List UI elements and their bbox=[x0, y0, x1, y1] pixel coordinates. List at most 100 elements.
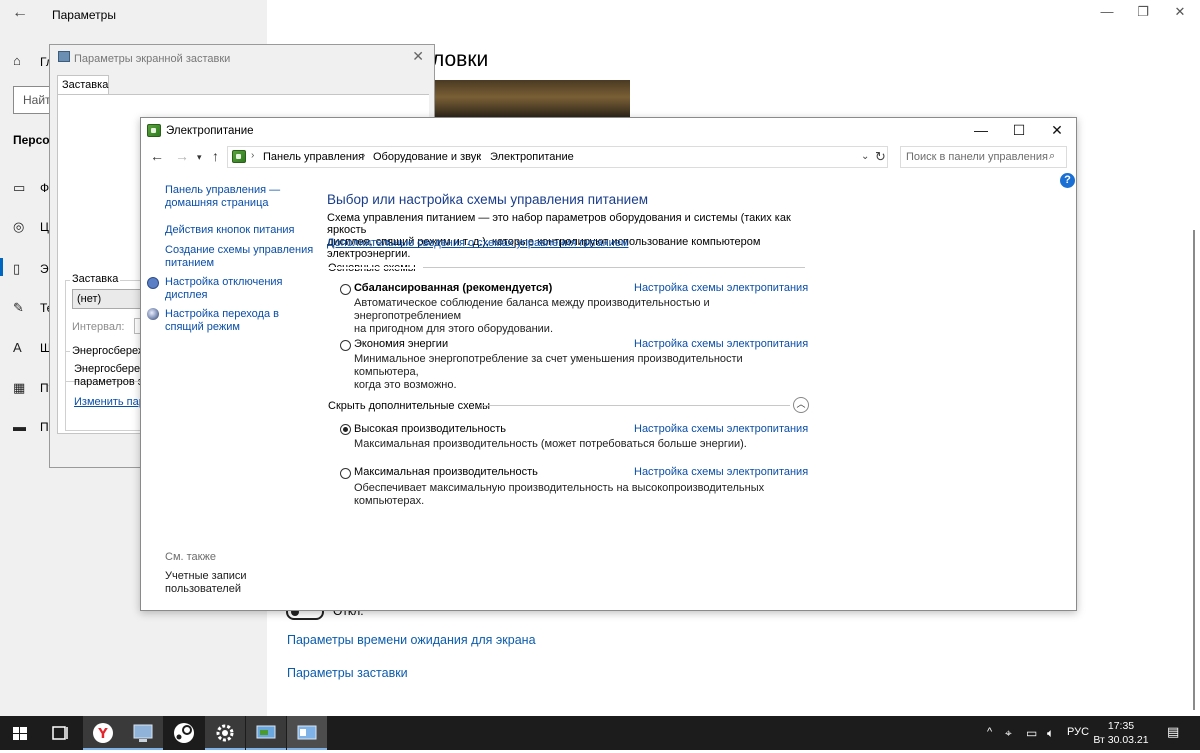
sidebar-user-accounts-link-line2[interactable]: пользователей bbox=[165, 583, 241, 596]
sidebar-home-link-line1[interactable]: Панель управления — bbox=[165, 184, 280, 197]
location-icon[interactable]: ⌖ bbox=[1005, 726, 1012, 741]
page-description: Схема управления питанием — это набор па… bbox=[327, 212, 791, 260]
minimize-icon[interactable]: — bbox=[962, 118, 1000, 142]
power-titlebar: Электропитание — ☐ ✕ bbox=[141, 118, 1076, 144]
breadcrumb-power-options[interactable]: Электропитание bbox=[490, 151, 574, 163]
plan-radio-high-performance[interactable] bbox=[340, 424, 351, 435]
screen-timeout-link[interactable]: Параметры времени ожидания для экрана bbox=[287, 633, 536, 647]
taskbar-power-options[interactable] bbox=[246, 716, 286, 750]
refresh-icon[interactable]: ↻ bbox=[875, 149, 886, 165]
palette-icon: ◎ bbox=[13, 219, 25, 234]
collapse-chevron-up-icon[interactable]: ︿ bbox=[793, 397, 809, 413]
show-hidden-icons-chevron-icon[interactable]: ^ bbox=[987, 726, 992, 738]
sidebar-home-link-line2[interactable]: домашняя страница bbox=[165, 197, 269, 210]
back-arrow-icon[interactable]: ← bbox=[12, 4, 28, 22]
control-panel-search-input[interactable]: Поиск в панели управления ⌕ bbox=[900, 146, 1067, 168]
svg-text:Y: Y bbox=[97, 727, 108, 742]
breadcrumb-hardware-sound[interactable]: Оборудование и звук bbox=[373, 151, 481, 163]
plan-name-power-saver[interactable]: Экономия энергии bbox=[354, 338, 448, 350]
interval-label: Интервал: bbox=[72, 321, 125, 333]
fonts-icon: A bbox=[13, 340, 22, 355]
sidebar-create-plan-link-line1[interactable]: Создание схемы управления bbox=[165, 244, 313, 257]
taskbar-yandex-browser[interactable]: Y bbox=[83, 716, 123, 750]
close-icon[interactable]: ✕ bbox=[1038, 118, 1076, 142]
energy-group-label: Энергосбереж bbox=[70, 345, 148, 357]
page-title: Выбор или настройка схемы управления пит… bbox=[327, 192, 648, 207]
sidebar-power-buttons-link[interactable]: Действия кнопок питания bbox=[165, 224, 295, 237]
notifications-icon[interactable]: ▤ bbox=[1167, 724, 1179, 740]
power-window-title: Электропитание bbox=[166, 125, 254, 137]
volume-icon[interactable]: 🔈︎ bbox=[1047, 726, 1054, 741]
help-icon[interactable]: ? bbox=[1060, 173, 1075, 188]
change-power-settings-link[interactable]: Изменить пар bbox=[74, 396, 145, 408]
energy-text-2: параметров эл bbox=[74, 376, 150, 388]
sidebar-user-accounts-link-line1[interactable]: Учетные записи bbox=[165, 570, 247, 583]
plan-settings-link-ultimate-performance[interactable]: Настройка схемы электропитания bbox=[634, 466, 808, 478]
display-off-icon bbox=[147, 277, 159, 289]
monitor-icon bbox=[133, 724, 153, 742]
taskbar: Y ^ ⌖ ▭ 🔈︎ РУС 17:35 Вт 30.03.21 ▤ bbox=[0, 716, 1200, 750]
sidebar-create-plan-link-line2[interactable]: питанием bbox=[165, 257, 214, 270]
task-view-button[interactable] bbox=[40, 716, 80, 750]
plan-settings-link-power-saver[interactable]: Настройка схемы электропитания bbox=[634, 338, 808, 350]
up-arrow-icon[interactable]: ↑ bbox=[212, 148, 219, 164]
control-panel-icon bbox=[232, 150, 246, 163]
power-options-window: Электропитание — ☐ ✕ ← → ▾ ↑ › Панель уп… bbox=[140, 117, 1077, 611]
plan-radio-balanced[interactable] bbox=[340, 284, 351, 295]
taskbar-control-panel[interactable] bbox=[287, 716, 327, 750]
close-icon[interactable]: ✕ bbox=[412, 48, 424, 65]
windows-logo-icon bbox=[13, 727, 27, 740]
minimize-icon[interactable]: — bbox=[1087, 4, 1127, 24]
maximize-icon[interactable]: ☐ bbox=[1000, 118, 1038, 142]
taskbar-screensaver-settings[interactable] bbox=[123, 716, 163, 750]
see-also-label: См. также bbox=[165, 551, 216, 563]
sidebar-display-off-link-line2[interactable]: дисплея bbox=[165, 289, 208, 302]
taskbar-settings[interactable] bbox=[205, 716, 245, 750]
address-dropdown-chevron-icon[interactable]: ⌄ bbox=[861, 151, 869, 162]
plan-name-ultimate-performance[interactable]: Максимальная производительность bbox=[354, 466, 538, 478]
control-panel-icon bbox=[256, 725, 276, 739]
plan-name-balanced[interactable]: Сбалансированная (рекомендуется) bbox=[354, 282, 552, 294]
breadcrumb-chevron-icon[interactable]: › bbox=[478, 150, 481, 161]
settings-window-title: Параметры bbox=[52, 8, 116, 22]
gear-icon bbox=[216, 724, 234, 742]
network-icon[interactable]: ▭ bbox=[1026, 726, 1037, 740]
energy-text-1: Энергосбереж bbox=[74, 363, 148, 375]
plan-settings-link-balanced[interactable]: Настройка схемы электропитания bbox=[634, 282, 808, 294]
nav-selection-indicator bbox=[0, 258, 3, 276]
taskbar-steam[interactable] bbox=[164, 716, 204, 750]
breadcrumb-control-panel[interactable]: Панель управления bbox=[263, 151, 364, 163]
themes-icon: ✎ bbox=[13, 300, 24, 315]
more-info-link[interactable]: Дополнительные сведения о схемах управле… bbox=[327, 237, 629, 249]
sidebar-sleep-link-line2[interactable]: спящий режим bbox=[165, 321, 240, 334]
recent-chevron-down-icon[interactable]: ▾ bbox=[197, 152, 202, 163]
forward-arrow-icon[interactable]: → bbox=[175, 148, 189, 164]
sidebar-sleep-link-line1[interactable]: Настройка перехода в bbox=[165, 308, 279, 321]
breadcrumb-chevron-icon[interactable]: › bbox=[251, 150, 254, 161]
plan-radio-power-saver[interactable] bbox=[340, 340, 351, 351]
maximize-icon[interactable]: ❐ bbox=[1123, 4, 1163, 24]
settings-search-input[interactable]: Найт bbox=[13, 86, 53, 114]
lock-screen-icon: ▯ bbox=[13, 261, 21, 276]
back-arrow-icon[interactable]: ← bbox=[150, 148, 164, 164]
screensaver-dialog-title: Параметры экранной заставки bbox=[74, 53, 231, 65]
address-bar[interactable]: › Панель управления › Оборудование и зву… bbox=[227, 146, 888, 168]
breadcrumb-chevron-icon[interactable]: › bbox=[362, 150, 365, 161]
hidden-plans-header[interactable]: Скрыть дополнительные схемы bbox=[328, 400, 490, 412]
window-icon bbox=[297, 725, 317, 740]
plan-name-high-performance[interactable]: Высокая производительность bbox=[354, 423, 506, 435]
close-icon[interactable]: ✕ bbox=[1160, 4, 1200, 24]
sidebar-display-off-link-line1[interactable]: Настройка отключения bbox=[165, 276, 283, 289]
search-icon: ⌕ bbox=[1049, 150, 1056, 162]
settings-scrollbar[interactable] bbox=[1193, 230, 1195, 710]
home-icon: ⌂ bbox=[13, 53, 21, 68]
plan-settings-link-high-performance[interactable]: Настройка схемы электропитания bbox=[634, 423, 808, 435]
language-indicator[interactable]: РУС bbox=[1067, 726, 1089, 738]
tab-screensaver[interactable]: Заставка bbox=[57, 75, 109, 95]
plan-radio-ultimate-performance[interactable] bbox=[340, 468, 351, 479]
lock-screen-preview-image bbox=[427, 80, 630, 118]
start-button[interactable] bbox=[0, 716, 40, 750]
section-divider bbox=[480, 405, 790, 406]
clock[interactable]: 17:35 Вт 30.03.21 bbox=[1092, 719, 1150, 747]
screensaver-settings-link[interactable]: Параметры заставки bbox=[287, 666, 408, 680]
